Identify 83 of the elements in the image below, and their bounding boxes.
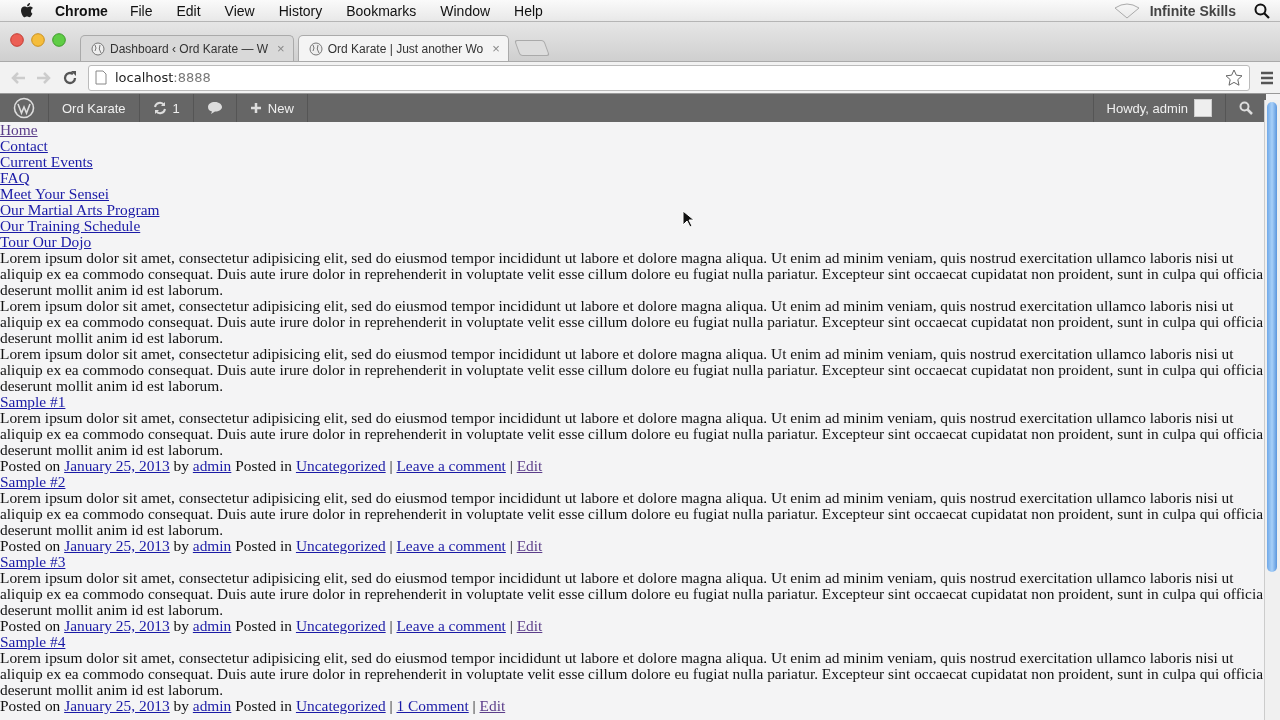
tab-title: Dashboard ‹ Ord Karate — W <box>110 41 269 56</box>
wifi-icon[interactable] <box>1113 2 1140 19</box>
menu-item[interactable]: Bookmarks <box>346 2 417 19</box>
meta-link[interactable]: 1 Comment <box>396 697 469 714</box>
minimize-icon[interactable] <box>31 32 45 47</box>
menu-item[interactable]: Window <box>440 2 491 19</box>
post-meta: Posted on January 25, 2013 by admin Posted in Uncategorized | Leave a comment | Edit <box>0 618 544 634</box>
nav-link[interactable]: Our Martial Arts Program <box>0 202 160 218</box>
page-icon <box>95 70 107 85</box>
search-icon[interactable] <box>1254 2 1270 19</box>
globe-icon <box>308 41 323 56</box>
post-title-link[interactable]: Sample #3 <box>0 554 66 570</box>
meta-link[interactable]: Edit <box>516 617 543 634</box>
post-excerpt: Lorem ipsum dolor sit amet, consectetur adipisicing elit, sed do eiusmod tempor incididunt ut labore et dolore magna aliqua. Ut enim ad minim veniam, quis nostrud exercitation ullamco laboris nisi ut aliquip ex ea commodo consequat. Duis aute irure dolor in reprehenderit in voluptate velit esse cillum dolore eu fugiat nulla pariatur. Excepteur sint occaecat cupidatat non proident, sunt in culpa qui officia deserunt mollit anim id est laborum. <box>0 570 1265 618</box>
post-meta: Posted on January 25, 2013 by admin Posted in Uncategorized | Leave a comment | Edit <box>0 458 544 474</box>
menu-item[interactable]: Infinite Skills <box>1149 2 1236 19</box>
avatar-icon <box>1194 99 1212 117</box>
close-icon[interactable] <box>10 32 24 47</box>
meta-link[interactable]: Uncategorized <box>295 697 386 714</box>
scrollbar[interactable] <box>1264 100 1280 720</box>
post-meta: Posted on January 25, 2013 by admin Posted in Uncategorized | 1 Comment | Edit <box>0 698 507 714</box>
menu-item[interactable]: History <box>278 2 323 19</box>
updates-button[interactable]: 1 <box>139 94 194 122</box>
menu-item[interactable]: Edit <box>176 2 201 19</box>
meta-link[interactable]: January 25, 2013 <box>64 457 170 474</box>
star-icon[interactable] <box>1225 68 1243 87</box>
meta-link[interactable]: admin <box>192 617 232 634</box>
post-title-link[interactable]: Sample #1 <box>0 394 66 410</box>
refresh-icon <box>152 101 167 115</box>
new-button[interactable]: New <box>236 94 308 122</box>
menu-item[interactable]: Chrome <box>55 2 108 19</box>
tab-title: Ord Karate | Just another Wo <box>327 41 484 56</box>
plus-icon <box>249 102 262 114</box>
browser-tab[interactable]: Dashboard ‹ Ord Karate — W × <box>80 35 294 61</box>
address-field[interactable]: localhost:8888 <box>88 64 1250 91</box>
body-paragraph: Lorem ipsum dolor sit amet, consectetur adipisicing elit, sed do eiusmod tempor incididunt ut labore et dolore magna aliqua. Ut enim ad minim veniam, quis nostrud exercitation ullamco laboris nisi ut aliquip ex ea commodo consequat. Duis aute irure dolor in reprehenderit in voluptate velit esse cillum dolore eu fugiat nulla pariatur. Excepteur sint occaecat cupidatat non proident, sunt in culpa qui officia deserunt mollit anim id est laborum. <box>0 346 1265 394</box>
meta-link[interactable]: Edit <box>516 457 543 474</box>
meta-link[interactable]: admin <box>192 697 232 714</box>
url-text: localhost:8888 <box>115 70 212 85</box>
site-name-link[interactable]: Ord Karate <box>49 94 140 122</box>
nav-link[interactable]: FAQ <box>0 170 30 186</box>
zoom-icon[interactable] <box>52 32 66 47</box>
nav-link[interactable]: Home <box>0 122 38 138</box>
post-excerpt: Lorem ipsum dolor sit amet, consectetur adipisicing elit, sed do eiusmod tempor incididunt ut labore et dolore magna aliqua. Ut enim ad minim veniam, quis nostrud exercitation ullamco laboris nisi ut aliquip ex ea commodo consequat. Duis aute irure dolor in reprehenderit in voluptate velit esse cillum dolore eu fugiat nulla pariatur. Excepteur sint occaecat cupidatat non proident, sunt in culpa qui officia deserunt mollit anim id est laborum. <box>0 410 1265 458</box>
post-excerpt: Lorem ipsum dolor sit amet, consectetur adipisicing elit, sed do eiusmod tempor incididunt ut labore et dolore magna aliqua. Ut enim ad minim veniam, quis nostrud exercitation ullamco laboris nisi ut aliquip ex ea commodo consequat. Duis aute irure dolor in reprehenderit in voluptate velit esse cillum dolore eu fugiat nulla pariatur. Excepteur sint occaecat cupidatat non proident, sunt in culpa qui officia deserunt mollit anim id est laborum. <box>0 490 1265 538</box>
meta-link[interactable]: admin <box>192 457 232 474</box>
nav-link[interactable]: Meet Your Sensei <box>0 186 110 202</box>
nav-link[interactable]: Our Training Schedule <box>0 218 141 234</box>
post-meta: Posted on January 25, 2013 by admin Posted in Uncategorized | Leave a comment | Edit <box>0 538 544 554</box>
body-paragraph: Lorem ipsum dolor sit amet, consectetur adipisicing elit, sed do eiusmod tempor incididunt ut labore et dolore magna aliqua. Ut enim ad minim veniam, quis nostrud exercitation ullamco laboris nisi ut aliquip ex ea commodo consequat. Duis aute irure dolor in reprehenderit in voluptate velit esse cillum dolore eu fugiat nulla pariatur. Excepteur sint occaecat cupidatat non proident, sunt in culpa qui officia deserunt mollit anim id est laborum. <box>0 250 1265 298</box>
menu-item[interactable]: View <box>224 2 255 19</box>
nav-link[interactable]: Tour Our Dojo <box>0 234 92 250</box>
post-title-link[interactable]: Sample #2 <box>0 474 66 490</box>
nav-link[interactable]: Contact <box>0 138 48 154</box>
meta-link[interactable]: Leave a comment <box>396 457 506 474</box>
meta-link[interactable]: Uncategorized <box>295 457 386 474</box>
meta-link[interactable]: Edit <box>479 697 506 714</box>
nav-link[interactable]: Current Events <box>0 154 93 170</box>
meta-link[interactable]: Leave a comment <box>396 617 506 634</box>
pointer-icon <box>682 210 694 228</box>
meta-link[interactable]: Uncategorized <box>295 537 386 554</box>
menu-item[interactable]: Help <box>514 2 543 19</box>
meta-link[interactable]: Leave a comment <box>396 537 506 554</box>
browser-tab[interactable]: Ord Karate | Just another Wo × <box>297 35 509 61</box>
apple-icon[interactable] <box>20 2 35 19</box>
account-menu[interactable]: Howdy, admin <box>1092 94 1225 122</box>
wordpress-logo-icon[interactable] <box>13 97 35 119</box>
meta-link[interactable]: January 25, 2013 <box>64 697 170 714</box>
meta-link[interactable]: Edit <box>516 537 543 554</box>
new-tab-button[interactable] <box>514 40 550 56</box>
menu-item[interactable]: File <box>129 2 153 19</box>
body-paragraph: Lorem ipsum dolor sit amet, consectetur adipisicing elit, sed do eiusmod tempor incididunt ut labore et dolore magna aliqua. Ut enim ad minim veniam, quis nostrud exercitation ullamco laboris nisi ut aliquip ex ea commodo consequat. Duis aute irure dolor in reprehenderit in voluptate velit esse cillum dolore eu fugiat nulla pariatur. Excepteur sint occaecat cupidatat non proident, sunt in culpa qui officia deserunt mollit anim id est laborum. <box>0 298 1265 346</box>
meta-link[interactable]: January 25, 2013 <box>64 617 170 634</box>
comment-icon[interactable] <box>206 101 223 115</box>
post-excerpt: Lorem ipsum dolor sit amet, consectetur adipisicing elit, sed do eiusmod tempor incididunt ut labore et dolore magna aliqua. Ut enim ad minim veniam, quis nostrud exercitation ullamco laboris nisi ut aliquip ex ea commodo consequat. Duis aute irure dolor in reprehenderit in voluptate velit esse cillum dolore eu fugiat nulla pariatur. Excepteur sint occaecat cupidatat non proident, sunt in culpa qui officia deserunt mollit anim id est laborum. <box>0 650 1265 698</box>
scroll-thumb[interactable] <box>1267 102 1277 572</box>
menu-icon[interactable] <box>1260 70 1274 85</box>
reload-icon[interactable] <box>62 69 78 86</box>
meta-link[interactable]: admin <box>192 537 232 554</box>
meta-link[interactable]: Uncategorized <box>295 617 386 634</box>
meta-link[interactable]: January 25, 2013 <box>64 537 170 554</box>
post-title-link[interactable]: Sample #4 <box>0 634 66 650</box>
globe-icon <box>91 41 105 56</box>
